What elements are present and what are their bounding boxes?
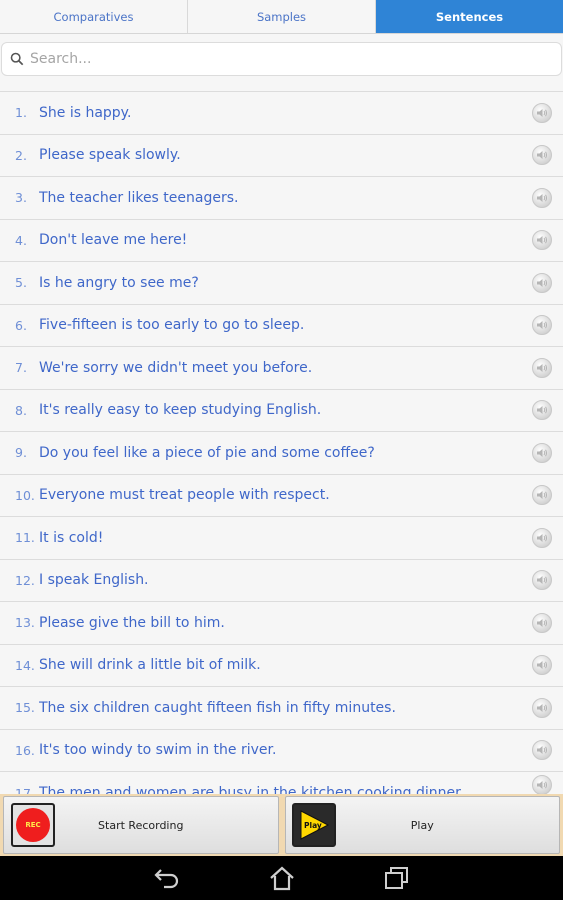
sentence-number: 16. <box>15 742 35 758</box>
home-icon[interactable] <box>267 864 297 892</box>
speaker-icon[interactable] <box>532 527 552 548</box>
sentence-row[interactable]: 2. Please speak slowly. <box>0 134 563 177</box>
sentence-number: 12. <box>15 572 35 588</box>
sentence-text: The six children caught fifteen fish in … <box>39 699 396 716</box>
sentence-number: 6. <box>15 317 27 333</box>
sentence-row[interactable]: 11. It is cold! <box>0 517 563 560</box>
speaker-icon[interactable] <box>532 775 552 794</box>
sentence-text: She will drink a little bit of milk. <box>39 657 261 674</box>
sentence-number: 9. <box>15 445 27 461</box>
sentence-text: It is cold! <box>39 529 104 546</box>
sentence-row[interactable]: 1. She is happy. <box>0 92 563 135</box>
sentence-row[interactable]: 12. I speak English. <box>0 559 563 602</box>
speaker-icon[interactable] <box>532 612 552 633</box>
sentence-number: 14. <box>15 657 35 673</box>
sentence-number: 17. <box>15 786 35 794</box>
sentence-row[interactable]: 9. Do you feel like a piece of pie and so… <box>0 432 563 475</box>
sentence-row[interactable]: 3. The teacher likes teenagers. <box>0 177 563 220</box>
sentence-row[interactable]: 13. Please give the bill to him. <box>0 602 563 645</box>
system-nav-bar <box>0 856 563 900</box>
start-recording-button[interactable]: REC Start Recording <box>3 796 279 854</box>
play-badge: Play <box>304 821 322 830</box>
sentence-text: Please speak slowly. <box>39 147 181 164</box>
recent-apps-icon[interactable] <box>382 864 412 892</box>
sentence-number: 15. <box>15 700 35 716</box>
sentence-text: Everyone must treat people with respect. <box>39 487 330 504</box>
speaker-icon[interactable] <box>532 740 552 761</box>
record-badge: REC <box>16 808 50 842</box>
speaker-icon[interactable] <box>532 102 552 123</box>
sentence-text: We're sorry we didn't meet you before. <box>39 359 313 376</box>
speaker-icon[interactable] <box>532 187 552 208</box>
sentence-row[interactable]: 5. Is he angry to see me? <box>0 262 563 305</box>
tab-bar: Comparatives Samples Sentences <box>0 0 563 34</box>
sentence-number: 2. <box>15 147 27 163</box>
sentence-number: 3. <box>15 190 27 206</box>
sentence-number: 4. <box>15 232 27 248</box>
speaker-icon[interactable] <box>532 485 552 506</box>
speaker-icon[interactable] <box>532 655 552 676</box>
sentence-text: Do you feel like a piece of pie and some… <box>39 444 375 461</box>
tab-sentences[interactable]: Sentences <box>376 0 563 33</box>
speaker-icon[interactable] <box>532 357 552 378</box>
play-triangle-icon: Play <box>300 810 329 840</box>
speaker-icon[interactable] <box>532 570 552 591</box>
sentence-text: Don't leave me here! <box>39 232 188 249</box>
sentence-row[interactable]: 4. Don't leave me here! <box>0 219 563 262</box>
speaker-icon[interactable] <box>532 272 552 293</box>
sentence-text: Please give the bill to him. <box>39 614 225 631</box>
speaker-icon[interactable] <box>532 697 552 718</box>
sentence-number: 8. <box>15 402 27 418</box>
speaker-icon[interactable] <box>532 145 552 166</box>
sentence-row[interactable]: 10. Everyone must treat people with respe… <box>0 474 563 517</box>
sentence-list[interactable]: 1. She is happy. 2. Please speak slowly. 3. T… <box>0 91 563 794</box>
sentence-text: I speak English. <box>39 572 149 589</box>
sentence-row[interactable]: 6. Five-fifteen is too early to go to sle… <box>0 304 563 347</box>
sentence-number: 7. <box>15 360 27 376</box>
search-input[interactable] <box>30 51 530 67</box>
search-bar[interactable] <box>1 42 562 76</box>
sentence-row[interactable]: 16. It's too windy to swim in the river. <box>0 729 563 772</box>
sentence-number: 13. <box>15 615 35 631</box>
sentence-text: The men and women are busy in the kitche… <box>39 785 465 794</box>
sentence-row[interactable]: 15. The six children caught fifteen fish … <box>0 687 563 730</box>
speaker-icon[interactable] <box>532 315 552 336</box>
app-root: Comparatives Samples Sentences 1. She is … <box>0 0 563 900</box>
sentence-number: 11. <box>15 530 35 546</box>
play-icon: Play <box>291 803 336 847</box>
search-icon <box>10 52 24 66</box>
speaker-icon[interactable] <box>532 442 552 463</box>
sentence-text: She is happy. <box>39 104 132 121</box>
tab-comparatives[interactable]: Comparatives <box>0 0 188 33</box>
back-icon[interactable] <box>152 864 182 892</box>
sentence-text: The teacher likes teenagers. <box>39 189 239 206</box>
sentence-text: It's really easy to keep studying Englis… <box>39 402 322 419</box>
control-bar: REC Start Recording Play Play <box>0 794 563 856</box>
sentence-number: 10. <box>15 487 35 503</box>
sentence-text: Is he angry to see me? <box>39 274 199 291</box>
record-icon: REC <box>11 803 55 847</box>
play-button[interactable]: Play Play <box>284 796 560 854</box>
sentence-row[interactable]: 14. She will drink a little bit of milk. <box>0 644 563 687</box>
sentence-text: It's too windy to swim in the river. <box>39 742 277 759</box>
sentence-row[interactable]: 7. We're sorry we didn't meet you before. <box>0 347 563 390</box>
sentence-row[interactable]: 8. It's really easy to keep studying Engl… <box>0 389 563 432</box>
speaker-icon[interactable] <box>532 400 552 421</box>
sentence-number: 5. <box>15 275 27 291</box>
sentence-row[interactable]: 17. The men and women are busy in the kit… <box>0 772 563 794</box>
speaker-icon[interactable] <box>532 230 552 251</box>
sentence-number: 1. <box>15 105 27 121</box>
tab-samples[interactable]: Samples <box>188 0 376 33</box>
sentence-text: Five-fifteen is too early to go to sleep… <box>39 317 305 334</box>
